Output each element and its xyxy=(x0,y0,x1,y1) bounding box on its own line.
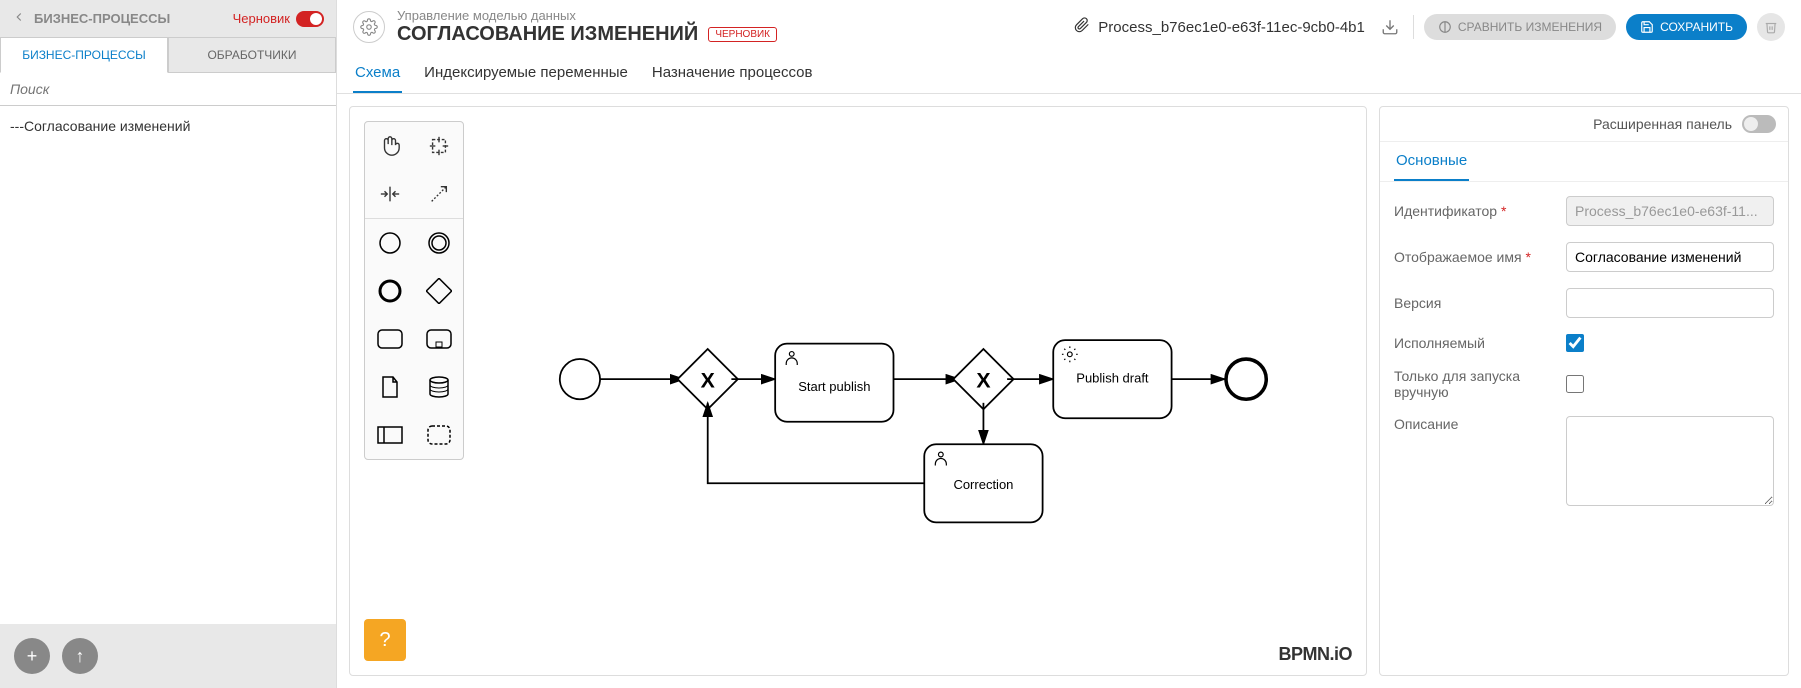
add-button[interactable]: + xyxy=(14,638,50,674)
help-button[interactable]: ? xyxy=(364,619,406,661)
compare-button[interactable]: СРАВНИТЬ ИЗМЕНЕНИЯ xyxy=(1424,14,1616,40)
diagram-gateway-2[interactable]: X xyxy=(953,349,1013,409)
diagram-gateway-1[interactable]: X xyxy=(678,349,738,409)
field-label-version: Версия xyxy=(1394,295,1554,311)
draft-badge: ЧЕРНОВИК xyxy=(708,27,777,42)
properties-panel: Расширенная панель Основные Идентификато… xyxy=(1379,106,1789,676)
svg-text:Correction: Correction xyxy=(953,477,1013,492)
diagram-task-publish-draft[interactable]: Publish draft xyxy=(1053,340,1171,418)
diagram-task-start-publish[interactable]: Start publish xyxy=(775,344,893,422)
up-button[interactable]: ↑ xyxy=(62,638,98,674)
field-label-id: Идентификатор xyxy=(1394,203,1497,219)
field-executable[interactable] xyxy=(1566,334,1584,352)
process-id: Process_b76ec1e0-e63f-11ec-9cb0-4b1 xyxy=(1098,19,1365,36)
field-id xyxy=(1566,196,1774,226)
tab-process-assignment[interactable]: Назначение процессов xyxy=(650,54,815,93)
sidebar-title: БИЗНЕС-ПРОЦЕССЫ xyxy=(34,11,170,26)
bpmn-logo: BPMN.iO xyxy=(1278,644,1352,665)
diagram-start-event[interactable] xyxy=(560,359,600,399)
field-description[interactable] xyxy=(1566,416,1774,506)
field-manual[interactable] xyxy=(1566,375,1584,393)
search-input[interactable] xyxy=(0,73,336,106)
svg-text:X: X xyxy=(701,368,716,392)
bpmn-diagram[interactable]: X Start publish X xyxy=(350,107,1366,675)
field-label-description: Описание xyxy=(1394,416,1554,432)
gear-icon[interactable] xyxy=(353,11,385,43)
svg-text:Start publish: Start publish xyxy=(798,379,870,394)
field-label-name: Отображаемое имя xyxy=(1394,249,1522,265)
draft-toggle[interactable] xyxy=(296,11,324,27)
page-title: СОГЛАСОВАНИЕ ИЗМЕНЕНИЙ xyxy=(397,23,698,46)
field-label-executable: Исполняемый xyxy=(1394,335,1554,351)
delete-button[interactable] xyxy=(1757,13,1785,41)
field-name[interactable] xyxy=(1566,242,1774,272)
svg-text:X: X xyxy=(976,368,991,392)
chevron-left-icon[interactable] xyxy=(12,10,26,27)
tree-item[interactable]: ---Согласование изменений xyxy=(0,112,336,140)
sidebar-tab-processes[interactable]: БИЗНЕС-ПРОЦЕССЫ xyxy=(0,37,168,73)
svg-text:Publish draft: Publish draft xyxy=(1076,371,1149,386)
diagram-task-correction[interactable]: Correction xyxy=(924,444,1042,522)
props-tab-main[interactable]: Основные xyxy=(1394,142,1469,181)
bpmn-canvas[interactable]: X Start publish X xyxy=(349,106,1367,676)
field-version[interactable] xyxy=(1566,288,1774,318)
tab-schema[interactable]: Схема xyxy=(353,54,402,93)
attachment-icon[interactable] xyxy=(1074,17,1090,37)
breadcrumb: Управление моделью данных xyxy=(397,8,777,23)
sidebar-tab-handlers[interactable]: ОБРАБОТЧИКИ xyxy=(168,37,336,73)
extended-panel-toggle[interactable] xyxy=(1742,115,1776,133)
download-icon[interactable] xyxy=(1377,14,1403,40)
field-label-manual: Только для запуска вручную xyxy=(1394,368,1554,400)
draft-label: Черновик xyxy=(233,11,290,26)
tab-indexed-vars[interactable]: Индексируемые переменные xyxy=(422,54,630,93)
diagram-end-event[interactable] xyxy=(1226,359,1266,399)
extended-panel-label: Расширенная панель xyxy=(1593,116,1732,132)
save-button[interactable]: СОХРАНИТЬ xyxy=(1626,14,1747,40)
sidebar: БИЗНЕС-ПРОЦЕССЫ Черновик БИЗНЕС-ПРОЦЕССЫ… xyxy=(0,0,337,688)
